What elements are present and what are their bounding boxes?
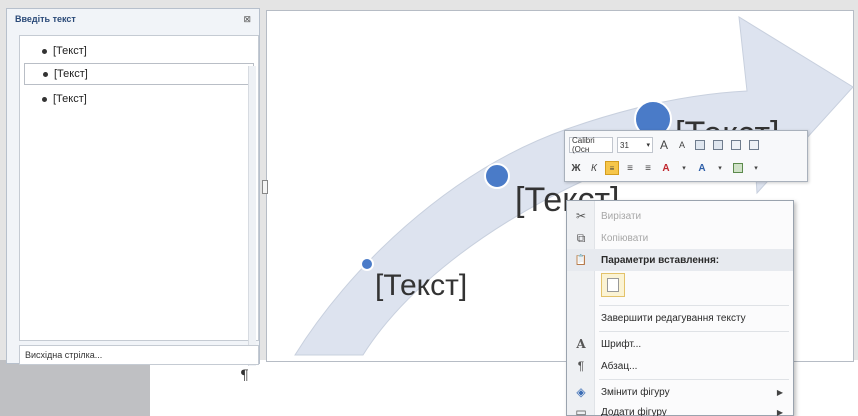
node-marker-1[interactable] bbox=[360, 257, 374, 271]
grow-font-button[interactable]: A bbox=[657, 138, 671, 152]
context-menu: ✂ Вирізати ⧉ Копіювати 📋 Параметри встав… bbox=[566, 200, 794, 416]
format-painter-icon[interactable] bbox=[693, 138, 707, 152]
menu-item-paragraph[interactable]: ¶ Абзац... bbox=[567, 355, 793, 377]
toolbar-row-format: Ж К ≡ ≡ ≡ A ▾ A ▾ ▾ bbox=[569, 158, 763, 178]
node-text-1[interactable]: [Текст] bbox=[375, 269, 467, 303]
font-color-button[interactable]: A bbox=[659, 161, 673, 175]
align-icon: ≡ bbox=[645, 162, 651, 174]
menu-item-cut[interactable]: ✂ Вирізати bbox=[567, 205, 793, 227]
document-margin bbox=[0, 360, 150, 416]
list-item[interactable]: [Текст] bbox=[42, 40, 192, 62]
chevron-right-icon: ▶ bbox=[776, 407, 783, 416]
menu-item-label: Додати фігуру bbox=[601, 406, 667, 416]
align-right-button[interactable]: ≡ bbox=[641, 161, 655, 175]
paragraph-icon: ¶ bbox=[577, 359, 585, 373]
shrink-font-button[interactable]: A bbox=[675, 138, 689, 152]
menu-item-exit-edit[interactable]: Завершити редагування тексту bbox=[567, 307, 793, 329]
styles-icon[interactable] bbox=[711, 138, 725, 152]
align-icon: ≡ bbox=[609, 163, 615, 173]
menu-item-label: Вирізати bbox=[601, 210, 642, 222]
bullet-icon bbox=[43, 71, 48, 77]
menu-item-add-shape[interactable]: ▭ Додати фігуру ▶ bbox=[567, 401, 793, 416]
align-center-button[interactable]: ≡ bbox=[605, 161, 619, 175]
bullet-icon bbox=[42, 96, 47, 102]
chevron-down-icon[interactable]: ▾ bbox=[713, 161, 727, 175]
text-pane-list: [Текст] [Текст] [Текст] bbox=[19, 35, 259, 366]
outline-icon[interactable] bbox=[731, 161, 745, 175]
scrollbar[interactable] bbox=[248, 66, 256, 366]
align-icon: ≡ bbox=[627, 162, 633, 174]
close-icon[interactable]: ⊠ bbox=[243, 14, 251, 25]
menu-item-copy[interactable]: ⧉ Копіювати bbox=[567, 227, 793, 249]
align-left-button[interactable]: ≡ bbox=[623, 161, 637, 175]
italic-button[interactable]: К bbox=[587, 161, 601, 175]
menu-separator bbox=[599, 379, 789, 380]
font-size-value: 31 bbox=[620, 140, 629, 150]
menu-item-label: Змінити фігуру bbox=[601, 386, 670, 398]
menu-item-label: Копіювати bbox=[601, 232, 649, 244]
list-item[interactable]: [Текст] bbox=[42, 88, 192, 110]
menu-item-font[interactable]: A Шрифт... bbox=[567, 333, 793, 355]
chevron-down-icon[interactable]: ▾ bbox=[749, 161, 763, 175]
node-marker-2[interactable] bbox=[484, 163, 510, 189]
menu-item-change-shape[interactable]: ◈ Змінити фігуру ▶ bbox=[567, 381, 793, 403]
menu-item-label: Параметри вставлення: bbox=[601, 254, 720, 266]
bullet-icon bbox=[42, 48, 47, 54]
paste-keep-text-button[interactable] bbox=[601, 273, 625, 297]
menu-item-paste-options: 📋 Параметри вставлення: bbox=[567, 249, 793, 271]
scissors-icon: ✂ bbox=[575, 209, 587, 223]
font-name-field[interactable]: Calibri (Осн bbox=[569, 136, 613, 154]
list-item-label: [Текст] bbox=[53, 45, 87, 57]
fill-color-button[interactable]: A bbox=[695, 161, 709, 175]
font-icon: A bbox=[576, 337, 586, 351]
paste-icon[interactable] bbox=[747, 138, 761, 152]
menu-item-label: Завершити редагування тексту bbox=[601, 312, 746, 324]
text-pane: Введіть текст ⊠ [Текст] [Текст] [Текст] … bbox=[6, 8, 260, 366]
shape-icon: ◈ bbox=[576, 385, 586, 399]
list-item-label: [Текст] bbox=[54, 68, 88, 80]
paragraph-mark: ¶ bbox=[240, 368, 249, 384]
add-shape-icon: ▭ bbox=[575, 405, 587, 416]
square-icon bbox=[695, 140, 705, 150]
square-icon bbox=[713, 140, 723, 150]
clipboard-icon: 📋 bbox=[574, 254, 588, 266]
list-item-label: [Текст] bbox=[53, 93, 87, 105]
square-icon bbox=[749, 140, 759, 150]
chevron-down-icon[interactable]: ▾ bbox=[677, 161, 691, 175]
layout-description[interactable]: Висхідна стрілка... bbox=[19, 345, 259, 365]
bold-button[interactable]: Ж bbox=[569, 161, 583, 175]
menu-separator bbox=[599, 305, 789, 306]
resize-handle[interactable] bbox=[262, 180, 268, 194]
square-icon bbox=[731, 140, 741, 150]
list-item-selected[interactable]: [Текст] bbox=[24, 63, 254, 85]
copy-icon: ⧉ bbox=[576, 230, 586, 245]
mini-toolbar: Calibri (Осн 31 ▾ A A Ж К ≡ ≡ ≡ A ▾ A ▾ … bbox=[564, 130, 808, 182]
square-icon bbox=[733, 163, 743, 173]
text-pane-title: Введіть текст bbox=[15, 14, 76, 24]
chevron-right-icon: ▶ bbox=[776, 387, 783, 397]
menu-item-label: Шрифт... bbox=[601, 338, 642, 350]
chevron-down-icon: ▾ bbox=[646, 142, 650, 149]
font-size-field[interactable]: 31 ▾ bbox=[617, 137, 653, 153]
document-icon bbox=[607, 278, 619, 292]
menu-separator bbox=[599, 331, 789, 332]
menu-item-label: Абзац... bbox=[601, 360, 638, 372]
copy-icon[interactable] bbox=[729, 138, 743, 152]
toolbar-row-font: Calibri (Осн 31 ▾ A A bbox=[569, 135, 761, 155]
